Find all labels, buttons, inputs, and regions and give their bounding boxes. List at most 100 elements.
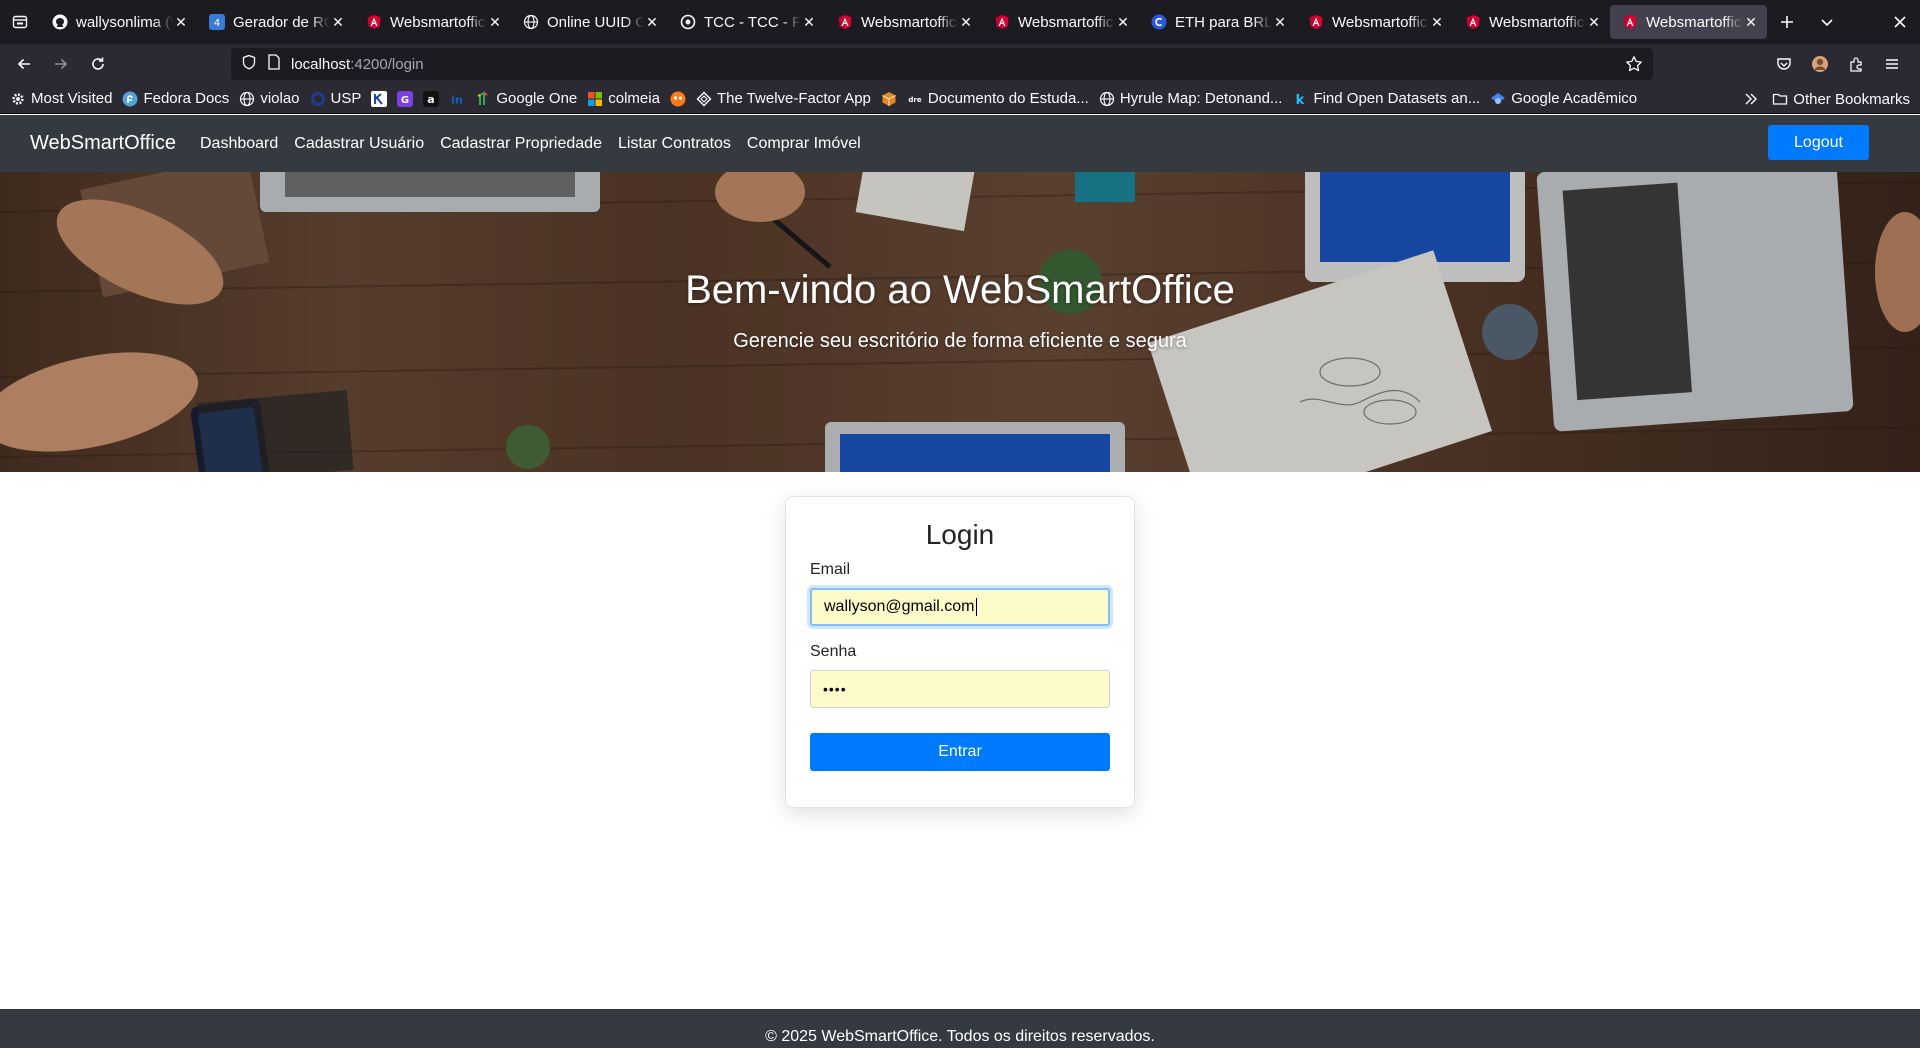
bookmark-item[interactable]: colmeia <box>587 90 660 107</box>
tab-title: Websmartoffice <box>1489 13 1586 31</box>
tab-close-icon[interactable]: ✕ <box>1743 14 1759 30</box>
coin-icon <box>1151 14 1167 30</box>
reload-icon[interactable] <box>82 48 114 80</box>
browser-tab[interactable]: Websmartoffice ✕ <box>354 5 511 39</box>
logout-button[interactable]: Logout <box>1768 125 1869 160</box>
tab-title: Websmartoffice <box>861 13 958 31</box>
text-caret <box>975 598 977 616</box>
tab-close-icon[interactable]: ✕ <box>958 14 974 30</box>
hero-subtitle: Gerencie seu escritório de forma eficien… <box>733 330 1187 352</box>
footer: © 2025 WebSmartOffice. Todos os direitos… <box>0 1009 1920 1048</box>
other-bookmarks-folder[interactable]: Other Bookmarks <box>1772 91 1910 108</box>
tab-close-icon[interactable]: ✕ <box>644 14 660 30</box>
browser-tab-bar: wallysonlima (W✕4Gerador de RG✕Websmarto… <box>0 0 1920 44</box>
browser-tab[interactable]: Websmartoffice ✕ <box>982 5 1139 39</box>
back-icon[interactable] <box>8 48 40 80</box>
password-field[interactable]: •••• <box>810 670 1110 708</box>
bookmark-item[interactable]: Most Visited <box>10 90 112 107</box>
bookmark-item[interactable]: Hyrule Map: Detonand... <box>1099 90 1283 107</box>
hero-banner: Bem-vindo ao WebSmartOffice Gerencie seu… <box>0 172 1920 472</box>
bookmark-label: Fedora Docs <box>143 90 230 107</box>
bookmark-item[interactable]: Google One <box>475 90 577 107</box>
account-avatar-icon[interactable] <box>1804 48 1836 80</box>
tab-title: Websmartoffice <box>1646 13 1743 31</box>
tab-title: Gerador de RG <box>233 13 330 31</box>
email-field[interactable]: wallyson@gmail.com <box>810 588 1110 626</box>
browser-tab[interactable]: ETH para BRL: (✕ <box>1139 5 1296 39</box>
bookmark-item[interactable]: dre Documento do Estuda... <box>907 90 1089 107</box>
linkedin-icon: in <box>449 91 465 107</box>
bookmark-item[interactable] <box>371 90 388 107</box>
bookmark-item[interactable] <box>881 91 897 107</box>
browser-tab[interactable]: wallysonlima (W✕ <box>40 5 197 39</box>
nav-comprar-imovel[interactable]: Comprar Imóvel <box>747 135 861 153</box>
menu-icon[interactable] <box>1876 48 1908 80</box>
browser-tab[interactable]: Websmartoffice ✕ <box>1453 5 1610 39</box>
bookmark-label: Find Open Datasets an... <box>1313 90 1481 107</box>
nav-listar-contratos[interactable]: Listar Contratos <box>618 135 731 153</box>
forward-icon[interactable] <box>45 48 77 80</box>
bookmark-label: Hyrule Map: Detonand... <box>1119 90 1283 107</box>
tab-close-icon[interactable]: ✕ <box>487 14 503 30</box>
bookmark-item[interactable]: violao <box>239 90 300 107</box>
browser-tab[interactable]: Websmartoffice ✕ <box>1610 5 1767 39</box>
nav-cadastrar-propriedade[interactable]: Cadastrar Propriedade <box>440 135 602 153</box>
app-navbar: WebSmartOffice Dashboard Cadastrar Usuár… <box>0 115 1920 172</box>
tab-strip: wallysonlima (W✕4Gerador de RG✕Websmarto… <box>40 0 1767 44</box>
angular-icon <box>1622 14 1638 30</box>
window-close-icon[interactable] <box>1880 5 1920 39</box>
nav-dashboard[interactable]: Dashboard <box>200 135 278 153</box>
bookmark-item[interactable]: USP <box>310 90 361 107</box>
bookmark-item[interactable]: Fedora Docs <box>122 90 229 107</box>
globe-icon <box>523 14 539 30</box>
page-icon[interactable] <box>267 53 281 75</box>
shield-icon[interactable] <box>241 54 257 75</box>
tab-close-icon[interactable]: ✕ <box>801 14 817 30</box>
bookmark-label: colmeia <box>608 90 660 107</box>
browser-tab[interactable]: 4 Gerador de RG ✕ <box>197 5 354 39</box>
bookmarks-overflow-icon[interactable] <box>1744 92 1758 106</box>
g-icon: G <box>397 90 414 107</box>
bookmark-item[interactable]: a <box>423 90 440 107</box>
document-icon: dre <box>907 91 923 107</box>
pocket-icon[interactable] <box>1768 48 1800 80</box>
browser-tab[interactable]: Online UUID Ge✕ <box>511 5 668 39</box>
login-card: Login Email wallyson@gmail.com Senha •••… <box>785 496 1135 808</box>
login-submit-button[interactable]: Entrar <box>810 733 1110 771</box>
svg-text:k: k <box>1296 93 1305 107</box>
browser-tab[interactable]: TCC - TCC - Fro✕ <box>668 5 825 39</box>
microsoft-icon <box>587 91 603 107</box>
list-all-tabs-icon[interactable] <box>1807 5 1847 39</box>
extensions-icon[interactable] <box>1840 48 1872 80</box>
svg-text:in: in <box>452 93 464 106</box>
angular-icon <box>1465 14 1481 30</box>
tab-close-icon[interactable]: ✕ <box>1429 14 1445 30</box>
new-tab-icon[interactable] <box>1767 5 1807 39</box>
browser-toolbar: localhost:4200/login <box>0 44 1920 84</box>
tab-close-icon[interactable]: ✕ <box>330 14 346 30</box>
bookmark-item[interactable] <box>670 91 686 107</box>
bookmark-label: Google Acadêmico <box>1511 90 1638 107</box>
tab-close-icon[interactable]: ✕ <box>173 14 189 30</box>
tab-close-icon[interactable]: ✕ <box>1586 14 1602 30</box>
url-text[interactable]: localhost:4200/login <box>291 56 424 73</box>
bookmark-item[interactable]: G <box>397 90 414 107</box>
tab-close-icon[interactable]: ✕ <box>1272 14 1288 30</box>
firefox-view-icon[interactable] <box>0 0 40 44</box>
browser-tab[interactable]: Websmartoffice ✕ <box>825 5 982 39</box>
bookmark-star-icon[interactable] <box>1625 55 1643 78</box>
other-bookmarks-label: Other Bookmarks <box>1793 90 1910 108</box>
url-bar[interactable]: localhost:4200/login <box>231 48 1653 80</box>
tcc-icon <box>680 14 696 30</box>
bookmark-item[interactable]: Google Acadêmico <box>1490 90 1637 107</box>
tab-close-icon[interactable]: ✕ <box>1115 14 1131 30</box>
brand-logo[interactable]: WebSmartOffice <box>30 132 176 155</box>
bookmark-item[interactable]: The Twelve-Factor App <box>696 90 871 107</box>
box-icon <box>881 91 897 107</box>
bookmark-label: Documento do Estuda... <box>927 90 1089 107</box>
bookmark-item[interactable]: k Find Open Datasets an... <box>1292 90 1480 107</box>
bookmark-item[interactable]: in <box>449 91 465 107</box>
nav-cadastrar-usuario[interactable]: Cadastrar Usuário <box>294 135 424 153</box>
folder-icon <box>1772 91 1788 107</box>
browser-tab[interactable]: Websmartoffice ✕ <box>1296 5 1453 39</box>
